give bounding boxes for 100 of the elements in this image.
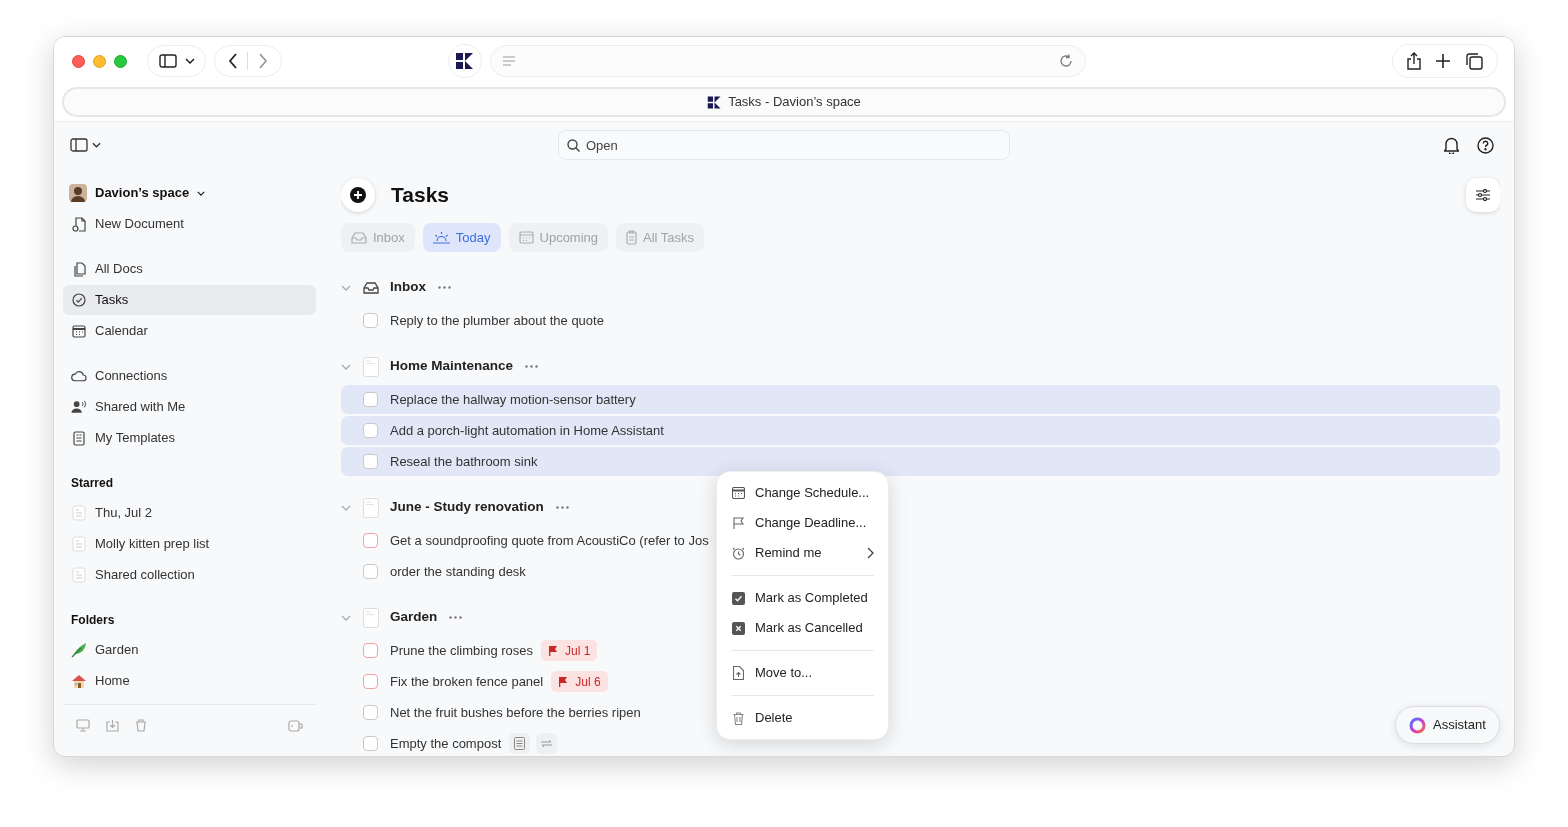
ring-icon [1409, 716, 1426, 734]
tabs-overview-icon[interactable] [1466, 52, 1484, 70]
sidebar-item[interactable]: Connections [63, 361, 316, 391]
document-icon [72, 536, 86, 552]
assistant-button[interactable]: Assistant [1395, 706, 1500, 744]
new-tab-icon[interactable] [1436, 54, 1451, 68]
help-icon[interactable] [1477, 136, 1494, 154]
task-row[interactable]: Empty the compost [341, 729, 560, 756]
task-checkbox[interactable] [363, 392, 378, 407]
task-title: Reply to the plumber about the quote [390, 311, 604, 330]
sidebar-item[interactable]: Thu, Jul 2 [63, 498, 316, 528]
more-options-icon[interactable] [438, 286, 451, 289]
sidebar-toggle-button[interactable] [70, 138, 101, 152]
person-sharing-icon [71, 400, 87, 414]
more-options-icon[interactable] [449, 616, 463, 619]
sidebar-item[interactable]: Tasks [63, 285, 316, 315]
task-checkbox[interactable] [363, 423, 378, 438]
close-window-icon[interactable] [72, 54, 85, 68]
task-checkbox[interactable] [363, 564, 378, 579]
sidebar-item[interactable]: Molly kitten prep list [63, 529, 316, 559]
menu-item[interactable]: Delete [731, 703, 874, 733]
back-icon[interactable] [227, 53, 238, 69]
menu-item[interactable]: Remind me [731, 538, 874, 568]
sunrise-icon [432, 231, 450, 244]
import-icon[interactable] [106, 719, 119, 732]
task-row[interactable]: Fix the broken fence panel Jul 6 [341, 667, 610, 696]
section-title: Home Maintenance [390, 357, 514, 376]
check-circle-icon [72, 293, 86, 307]
sidebar-item[interactable]: Shared with Me [63, 392, 316, 422]
task-title: Reseal the bathroom sink [390, 452, 538, 471]
task-checkbox[interactable] [363, 736, 378, 751]
workspace-switcher[interactable]: Davion’s space [63, 178, 316, 208]
leaf-icon [71, 642, 87, 658]
collapse-chevron-icon[interactable] [341, 363, 351, 370]
avatar [69, 184, 87, 202]
task-checkbox[interactable] [363, 313, 378, 328]
document-icon [72, 505, 86, 521]
sidebar-icon [158, 54, 177, 68]
filter-settings-button[interactable] [1466, 178, 1500, 212]
task-checkbox[interactable] [363, 454, 378, 469]
section-heading: Starred [70, 475, 115, 492]
task-row[interactable]: Get a soundproofing quote from AcoustiCo (refer to Jos [341, 526, 711, 555]
task-title: Empty the compost [390, 734, 502, 753]
menu-item[interactable]: Change Deadline... [731, 508, 874, 538]
trash-icon[interactable] [135, 719, 147, 732]
sidebar-item[interactable]: Calendar [63, 316, 316, 346]
notifications-bell-icon[interactable] [1444, 136, 1459, 154]
menu-item[interactable]: Move to... [731, 658, 874, 688]
checked-box-icon [731, 591, 745, 605]
task-row[interactable]: Add a porch-light automation in Home Assistant [341, 416, 1500, 445]
document-icon [72, 567, 86, 583]
browser-tab[interactable]: Tasks - Davion’s space [62, 87, 1506, 117]
calendar-icon [731, 487, 745, 499]
more-options-icon[interactable] [525, 365, 539, 368]
forward-icon[interactable] [258, 53, 269, 69]
task-row[interactable]: Reply to the plumber about the quote [341, 306, 606, 335]
section-title: June - Study renovation [390, 498, 544, 517]
collapse-chevron-icon[interactable] [341, 614, 351, 621]
sidebar-item[interactable]: My Templates [63, 423, 316, 453]
sidebar-item[interactable]: Home [63, 666, 316, 696]
minimize-window-icon[interactable] [93, 54, 106, 68]
task-checkbox[interactable] [363, 674, 378, 689]
document-icon [363, 607, 379, 628]
flag-icon [548, 645, 559, 656]
collapse-chevron-icon[interactable] [341, 504, 351, 511]
reload-icon[interactable] [1059, 54, 1073, 68]
more-options-icon[interactable] [555, 506, 569, 509]
sidebar-item[interactable]: All Docs [63, 254, 316, 284]
plus-circle-icon [350, 187, 366, 203]
task-row[interactable]: Net the fruit bushes before the berries ripen [341, 698, 643, 727]
task-checkbox[interactable] [363, 705, 378, 720]
add-task-button[interactable] [341, 178, 375, 212]
calendar-icon [72, 324, 86, 338]
share-icon[interactable] [1406, 52, 1421, 70]
reader-icon[interactable] [503, 56, 515, 66]
maximize-window-icon[interactable] [114, 54, 127, 68]
search-field[interactable]: Open [558, 130, 1010, 160]
task-checkbox[interactable] [363, 533, 378, 548]
address-field[interactable] [490, 45, 1086, 77]
sidebar-item[interactable]: Garden [63, 635, 316, 665]
menu-item[interactable]: Change Schedule... [731, 478, 874, 508]
new-document-icon [72, 216, 86, 232]
logo [707, 94, 723, 110]
task-row[interactable]: Replace the hallway motion-sensor battery [341, 385, 1500, 414]
clipboard-icon [626, 230, 638, 245]
inbox-tray-icon [351, 231, 367, 244]
menu-item[interactable]: Mark as Completed [731, 583, 874, 613]
task-row[interactable]: order the standing desk [341, 557, 528, 586]
monitor-icon[interactable] [76, 719, 90, 732]
task-row[interactable]: Reseal the bathroom sink [341, 447, 1500, 476]
task-row[interactable]: Prune the climbing roses Jul 1 [341, 636, 600, 665]
menu-item[interactable]: Mark as Cancelled [731, 613, 874, 643]
task-checkbox[interactable] [363, 643, 378, 658]
sidebar-item[interactable]: Shared collection [63, 560, 316, 590]
plugin-icon[interactable] [288, 719, 303, 732]
deadline-badge: Jul 6 [551, 671, 608, 692]
crossed-box-icon [731, 621, 745, 635]
filter-tab[interactable]: Today [422, 223, 501, 252]
sidebar-item[interactable]: New Document [63, 209, 316, 239]
collapse-chevron-icon[interactable] [341, 284, 351, 291]
